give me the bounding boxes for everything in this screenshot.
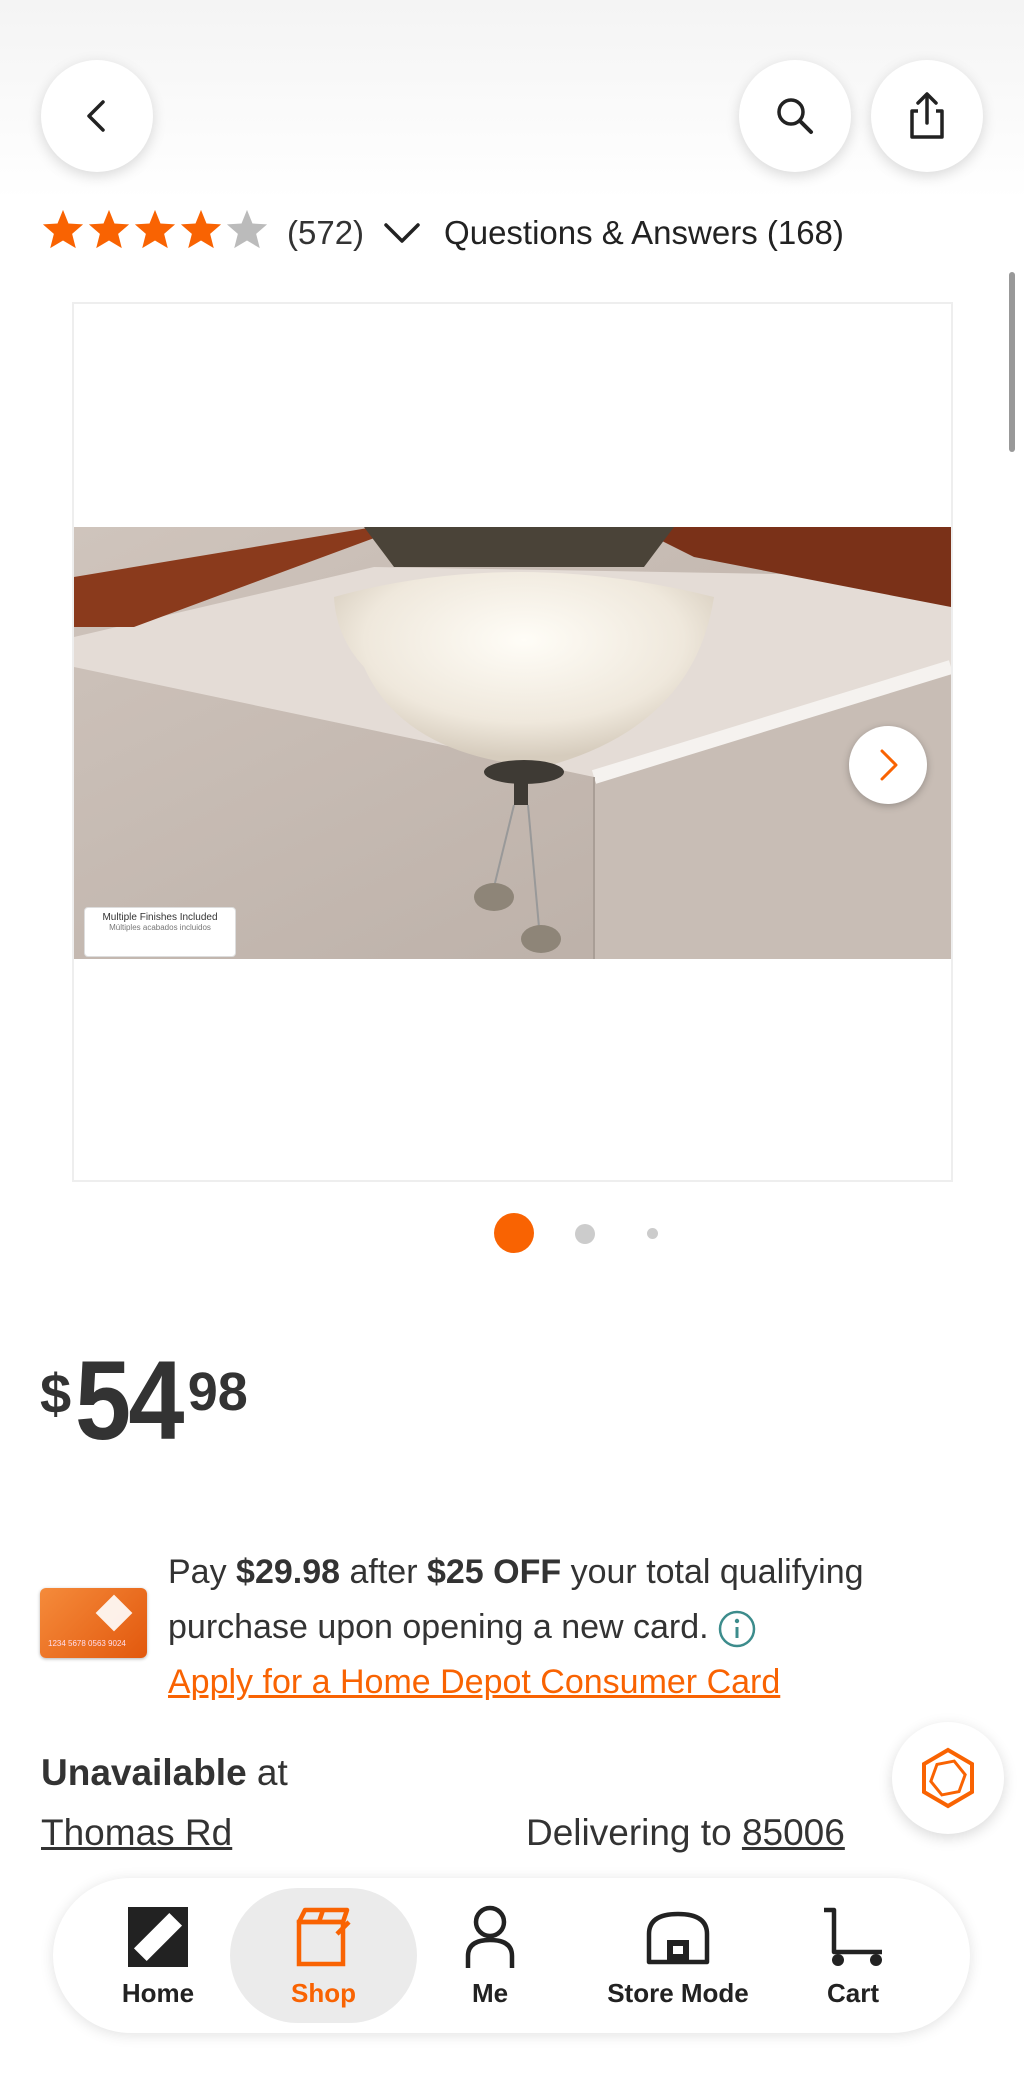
price-dollars: 54 [75, 1338, 184, 1463]
star-rating [41, 208, 269, 258]
hexagon-logo-icon [922, 1747, 974, 1809]
bottom-tab-bar: Home Shop Me Store Mode Cart [53, 1878, 970, 2033]
product-price: $ 54 98 [40, 1345, 248, 1465]
tab-home[interactable]: Home [93, 1878, 223, 2033]
availability-status-text: Unavailable [41, 1752, 247, 1793]
star-filled-icon [87, 208, 131, 258]
star-filled-icon [179, 208, 223, 258]
card-promo: Pay $29.98 after $25 OFF your total qual… [168, 1545, 928, 1710]
top-bar [0, 0, 1024, 200]
store-icon [645, 1902, 711, 1972]
store-link[interactable]: Thomas Rd [41, 1812, 232, 1854]
person-icon [463, 1902, 517, 1972]
badge-subtitle: Múltiples acabados incluidos [109, 923, 211, 932]
share-icon [910, 92, 944, 139]
tab-me-label: Me [471, 1978, 509, 2008]
price-currency: $ [40, 1362, 72, 1425]
pagination-dot[interactable] [575, 1224, 595, 1244]
tab-cart[interactable]: Cart [793, 1878, 913, 2033]
next-image-button[interactable] [849, 726, 927, 804]
chevron-left-icon [87, 100, 105, 132]
pagination-dot-active[interactable] [494, 1213, 534, 1253]
badge-title: Multiple Finishes Included [102, 912, 218, 923]
chevron-right-icon [880, 749, 898, 781]
tab-cart-label: Cart [826, 1978, 879, 2008]
back-button[interactable] [41, 60, 153, 172]
promo-pay-amount: $29.98 [236, 1553, 341, 1591]
tab-shop[interactable]: Shop [230, 1878, 417, 2033]
product-image-gallery[interactable]: Multiple Finishes Included Múltiples aca… [72, 302, 953, 1182]
rating-count: (572) [287, 214, 365, 251]
availability-at: at [246, 1752, 288, 1793]
finishes-badge: Multiple Finishes Included Múltiples aca… [84, 907, 236, 957]
rating-row[interactable]: (572) Questions & Answers (168) [41, 205, 844, 261]
search-button[interactable] [739, 60, 851, 172]
star-filled-icon [41, 208, 85, 258]
price-cents: 98 [187, 1362, 248, 1422]
credit-card-image: 1234 5678 0563 9024 [40, 1588, 147, 1658]
gallery-pagination [0, 1213, 1024, 1253]
home-depot-logo-icon [127, 1902, 189, 1972]
card-number: 1234 5678 0563 9024 [48, 1639, 126, 1648]
pagination-dot[interactable] [647, 1228, 658, 1239]
tab-shop-label: Shop [291, 1978, 356, 2008]
delivery-label: Delivering to [526, 1812, 742, 1853]
cart-icon [820, 1902, 886, 1972]
tab-me[interactable]: Me [435, 1878, 545, 2033]
product-photo [74, 527, 951, 959]
promo-off-amount: $25 OFF [426, 1553, 562, 1591]
info-icon[interactable] [717, 1609, 757, 1649]
delivery-info: Delivering to 85006 [526, 1812, 845, 1854]
chevron-down-icon[interactable] [382, 221, 422, 245]
share-button[interactable] [871, 60, 983, 172]
scrollbar[interactable] [1009, 272, 1015, 452]
tab-home-label: Home [121, 1978, 195, 2008]
questions-answers-link[interactable]: Questions & Answers (168) [444, 214, 844, 252]
shop-tag-icon [293, 1902, 355, 1972]
apply-card-link[interactable]: Apply for a Home Depot Consumer Card [168, 1663, 780, 1701]
search-icon [777, 98, 813, 134]
promo-text: Pay [168, 1553, 237, 1591]
tab-store-mode-label: Store Mode [607, 1978, 749, 2008]
star-empty-icon [225, 208, 269, 258]
availability-status: Unavailable at [41, 1752, 288, 1794]
star-filled-icon [133, 208, 177, 258]
assistant-button[interactable] [892, 1722, 1004, 1834]
zip-link[interactable]: 85006 [742, 1812, 845, 1853]
home-depot-logo-icon [95, 1594, 133, 1632]
promo-text: after [340, 1553, 427, 1591]
tab-store-mode[interactable]: Store Mode [593, 1878, 763, 2033]
